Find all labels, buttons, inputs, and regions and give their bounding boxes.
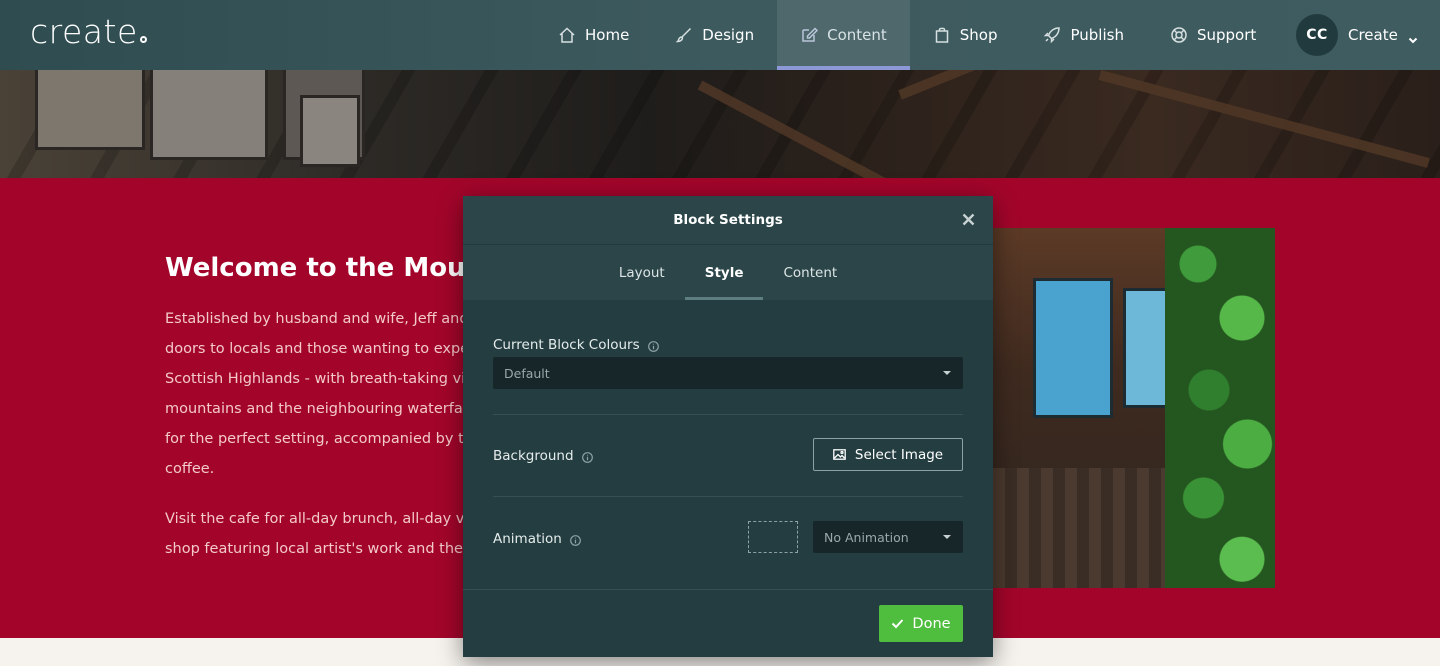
select-image-button[interactable]: Select Image: [813, 438, 963, 471]
nav-item-publish[interactable]: Publish: [1020, 0, 1146, 70]
avatar[interactable]: CC: [1296, 14, 1338, 56]
nav-item-label: Support: [1196, 26, 1257, 44]
info-icon[interactable]: [581, 451, 593, 463]
animation-preview: [748, 521, 798, 553]
paragraph-line: Visit the cafe for all-day brunch, all-d…: [165, 511, 465, 527]
modal-title: Block Settings: [673, 212, 783, 228]
modal-footer: Done: [463, 589, 993, 657]
user-menu-label: Create: [1348, 26, 1398, 44]
tab-style[interactable]: Style: [684, 245, 764, 300]
nav-item-label: Shop: [959, 26, 998, 44]
field-label-text: Animation: [493, 531, 562, 547]
photo-foliage: [1165, 228, 1275, 588]
block-colours-select[interactable]: Default: [493, 357, 963, 389]
home-icon: [559, 27, 575, 43]
modal-tabs: Layout Style Content: [463, 244, 993, 300]
tab-content[interactable]: Content: [763, 245, 857, 300]
background-label: Background: [493, 448, 593, 464]
nav-item-label: Design: [702, 26, 755, 44]
done-label: Done: [912, 615, 951, 632]
tab-layout[interactable]: Layout: [599, 245, 685, 300]
done-button[interactable]: Done: [879, 605, 963, 642]
block-settings-modal: Block Settings Layout Style Content Curr…: [463, 196, 993, 657]
caret-down-icon: [943, 371, 951, 375]
paragraph-line: Scottish Highlands - with breath-taking …: [165, 371, 465, 387]
roof-beam: [1098, 70, 1430, 168]
nav-item-design[interactable]: Design: [652, 0, 777, 70]
select-value: Default: [504, 365, 550, 381]
tab-label: Content: [783, 264, 838, 281]
select-value: No Animation: [824, 529, 909, 545]
lifebuoy-icon: [1171, 27, 1187, 43]
field-label-text: Background: [493, 448, 574, 464]
paragraph-line: shop featuring local artist's work and t…: [165, 541, 465, 557]
nav-item-home[interactable]: Home: [535, 0, 652, 70]
paragraph-line: Established by husband and wife, Jeff an…: [165, 311, 465, 327]
info-icon[interactable]: [569, 534, 581, 546]
animation-row: Animation No Animation: [493, 497, 963, 589]
nav-item-label: Home: [585, 26, 630, 44]
nav-item-label: Publish: [1070, 26, 1124, 44]
picture-frame: [150, 70, 268, 160]
user-menu[interactable]: CC Create: [1296, 14, 1418, 56]
brand-logo-text: create: [30, 12, 138, 51]
picture-frame: [300, 95, 360, 167]
paragraph-line: doors to locals and those wanting to exp…: [165, 341, 465, 357]
animation-label: Animation: [493, 531, 581, 547]
roof-beam: [697, 80, 932, 178]
paragraph-line: for the perfect setting, accompanied by …: [165, 431, 465, 447]
select-image-label: Select Image: [854, 446, 944, 463]
photo-window: [1033, 278, 1113, 418]
close-icon[interactable]: [962, 213, 975, 226]
visit-paragraph: Visit the cafe for all-day brunch, all-d…: [165, 504, 465, 564]
info-icon[interactable]: [647, 340, 659, 352]
brush-icon: [675, 27, 692, 43]
checkmark-icon: [892, 619, 904, 629]
intro-paragraph: Established by husband and wife, Jeff an…: [165, 304, 465, 484]
nav-item-shop[interactable]: Shop: [910, 0, 1021, 70]
main-nav: Home Design Content Shop Publish Support: [535, 0, 1279, 70]
rocket-icon: [1044, 27, 1061, 44]
tab-label: Layout: [618, 264, 665, 281]
nav-item-support[interactable]: Support: [1147, 0, 1279, 70]
background-row: Background Select Image: [493, 415, 963, 497]
hero-background-image: [0, 70, 1440, 178]
block-colours-row: Current Block Colours Default: [493, 300, 963, 415]
field-label-text: Current Block Colours: [493, 337, 640, 353]
logo-dot-icon: [139, 36, 147, 43]
paragraph-line: mountains and the neighbouring waterfall: [165, 401, 465, 417]
nav-item-label: Content: [827, 26, 887, 44]
modal-header: Block Settings: [463, 196, 993, 244]
brand-logo[interactable]: create: [30, 12, 147, 51]
animation-select[interactable]: No Animation: [813, 521, 963, 553]
shopping-bag-icon: [935, 27, 948, 43]
picture-frame: [35, 70, 145, 150]
avatar-initials: CC: [1306, 27, 1328, 43]
modal-body: Current Block Colours Default Background…: [463, 300, 993, 589]
paragraph-line: coffee.: [165, 461, 215, 477]
caret-down-icon: [943, 535, 951, 539]
nav-item-content[interactable]: Content: [777, 0, 910, 70]
tab-label: Style: [704, 264, 744, 281]
cabin-photo: [993, 228, 1275, 588]
welcome-heading: Welcome to the Mount: [165, 253, 497, 283]
chevron-down-icon: [1408, 30, 1418, 44]
image-icon: [833, 449, 846, 460]
top-nav: create Home Design Content Shop Publish …: [0, 0, 1440, 70]
edit-icon: [802, 27, 819, 42]
block-colours-label: Current Block Colours: [493, 337, 659, 353]
